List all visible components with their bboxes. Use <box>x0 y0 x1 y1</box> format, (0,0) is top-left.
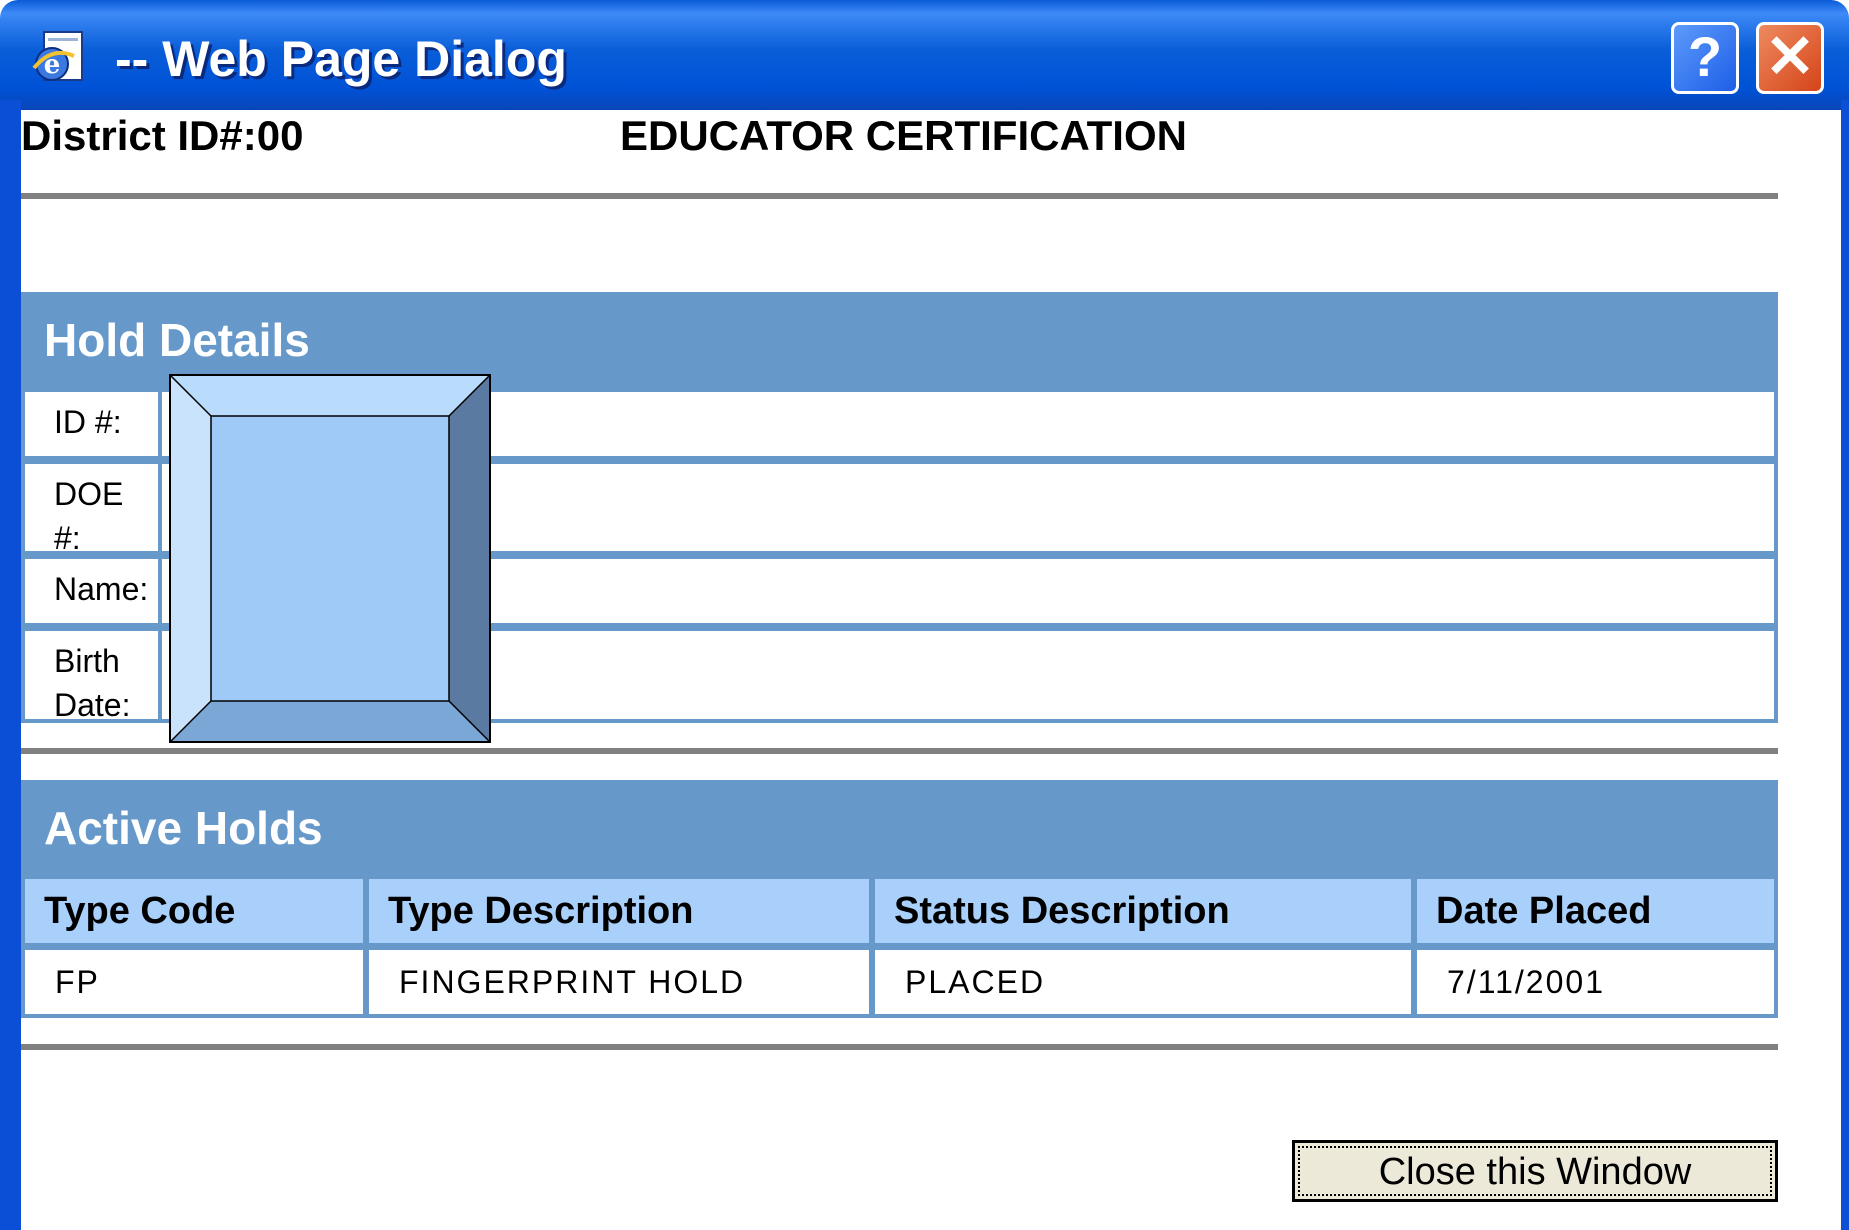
photo-placeholder <box>169 374 491 743</box>
divider <box>21 748 1778 754</box>
close-icon[interactable]: ✕ <box>1756 22 1824 94</box>
cell-status-description: PLACED <box>875 950 1411 1014</box>
detail-label: Birth Date: <box>25 631 158 719</box>
photo-frame-bevel <box>171 376 489 741</box>
window-frame-left <box>0 100 21 1230</box>
detail-label: ID #: <box>25 392 158 456</box>
table-row: FP FINGERPRINT HOLD PLACED 7/11/2001 <box>21 946 1778 1018</box>
detail-label: Name: <box>25 559 158 623</box>
divider <box>21 1044 1778 1050</box>
title-bar[interactable]: e -- Web Page Dialog ? ✕ <box>0 0 1849 110</box>
detail-label: DOE #: <box>25 464 158 551</box>
column-header-date-placed: Date Placed <box>1417 879 1774 943</box>
help-button[interactable]: ? <box>1671 22 1739 94</box>
dialog-window: e -- Web Page Dialog ? ✕ District ID#:00… <box>0 0 1849 1230</box>
page-header: District ID#:00 EDUCATOR CERTIFICATION <box>21 112 1821 166</box>
window-title: -- Web Page Dialog <box>115 31 567 87</box>
close-window-button[interactable]: Close this Window <box>1292 1140 1778 1202</box>
column-header-type-code: Type Code <box>25 879 363 943</box>
cell-date-placed: 7/11/2001 <box>1417 950 1774 1014</box>
page-title: EDUCATOR CERTIFICATION <box>620 112 1187 159</box>
cell-type-code: FP <box>25 950 363 1014</box>
column-header-status-description: Status Description <box>875 879 1411 943</box>
district-id: District ID#:00 <box>21 112 304 159</box>
cell-type-description: FINGERPRINT HOLD <box>369 950 869 1014</box>
divider <box>21 193 1778 199</box>
internet-explorer-icon: e <box>32 31 83 81</box>
window-frame-right <box>1841 100 1849 1230</box>
active-holds-table-header: Type Code Type Description Status Descri… <box>21 875 1778 947</box>
column-header-type-description: Type Description <box>369 879 869 943</box>
active-holds-heading: Active Holds <box>21 780 1778 876</box>
close-window-label: Close this Window <box>1298 1146 1772 1196</box>
